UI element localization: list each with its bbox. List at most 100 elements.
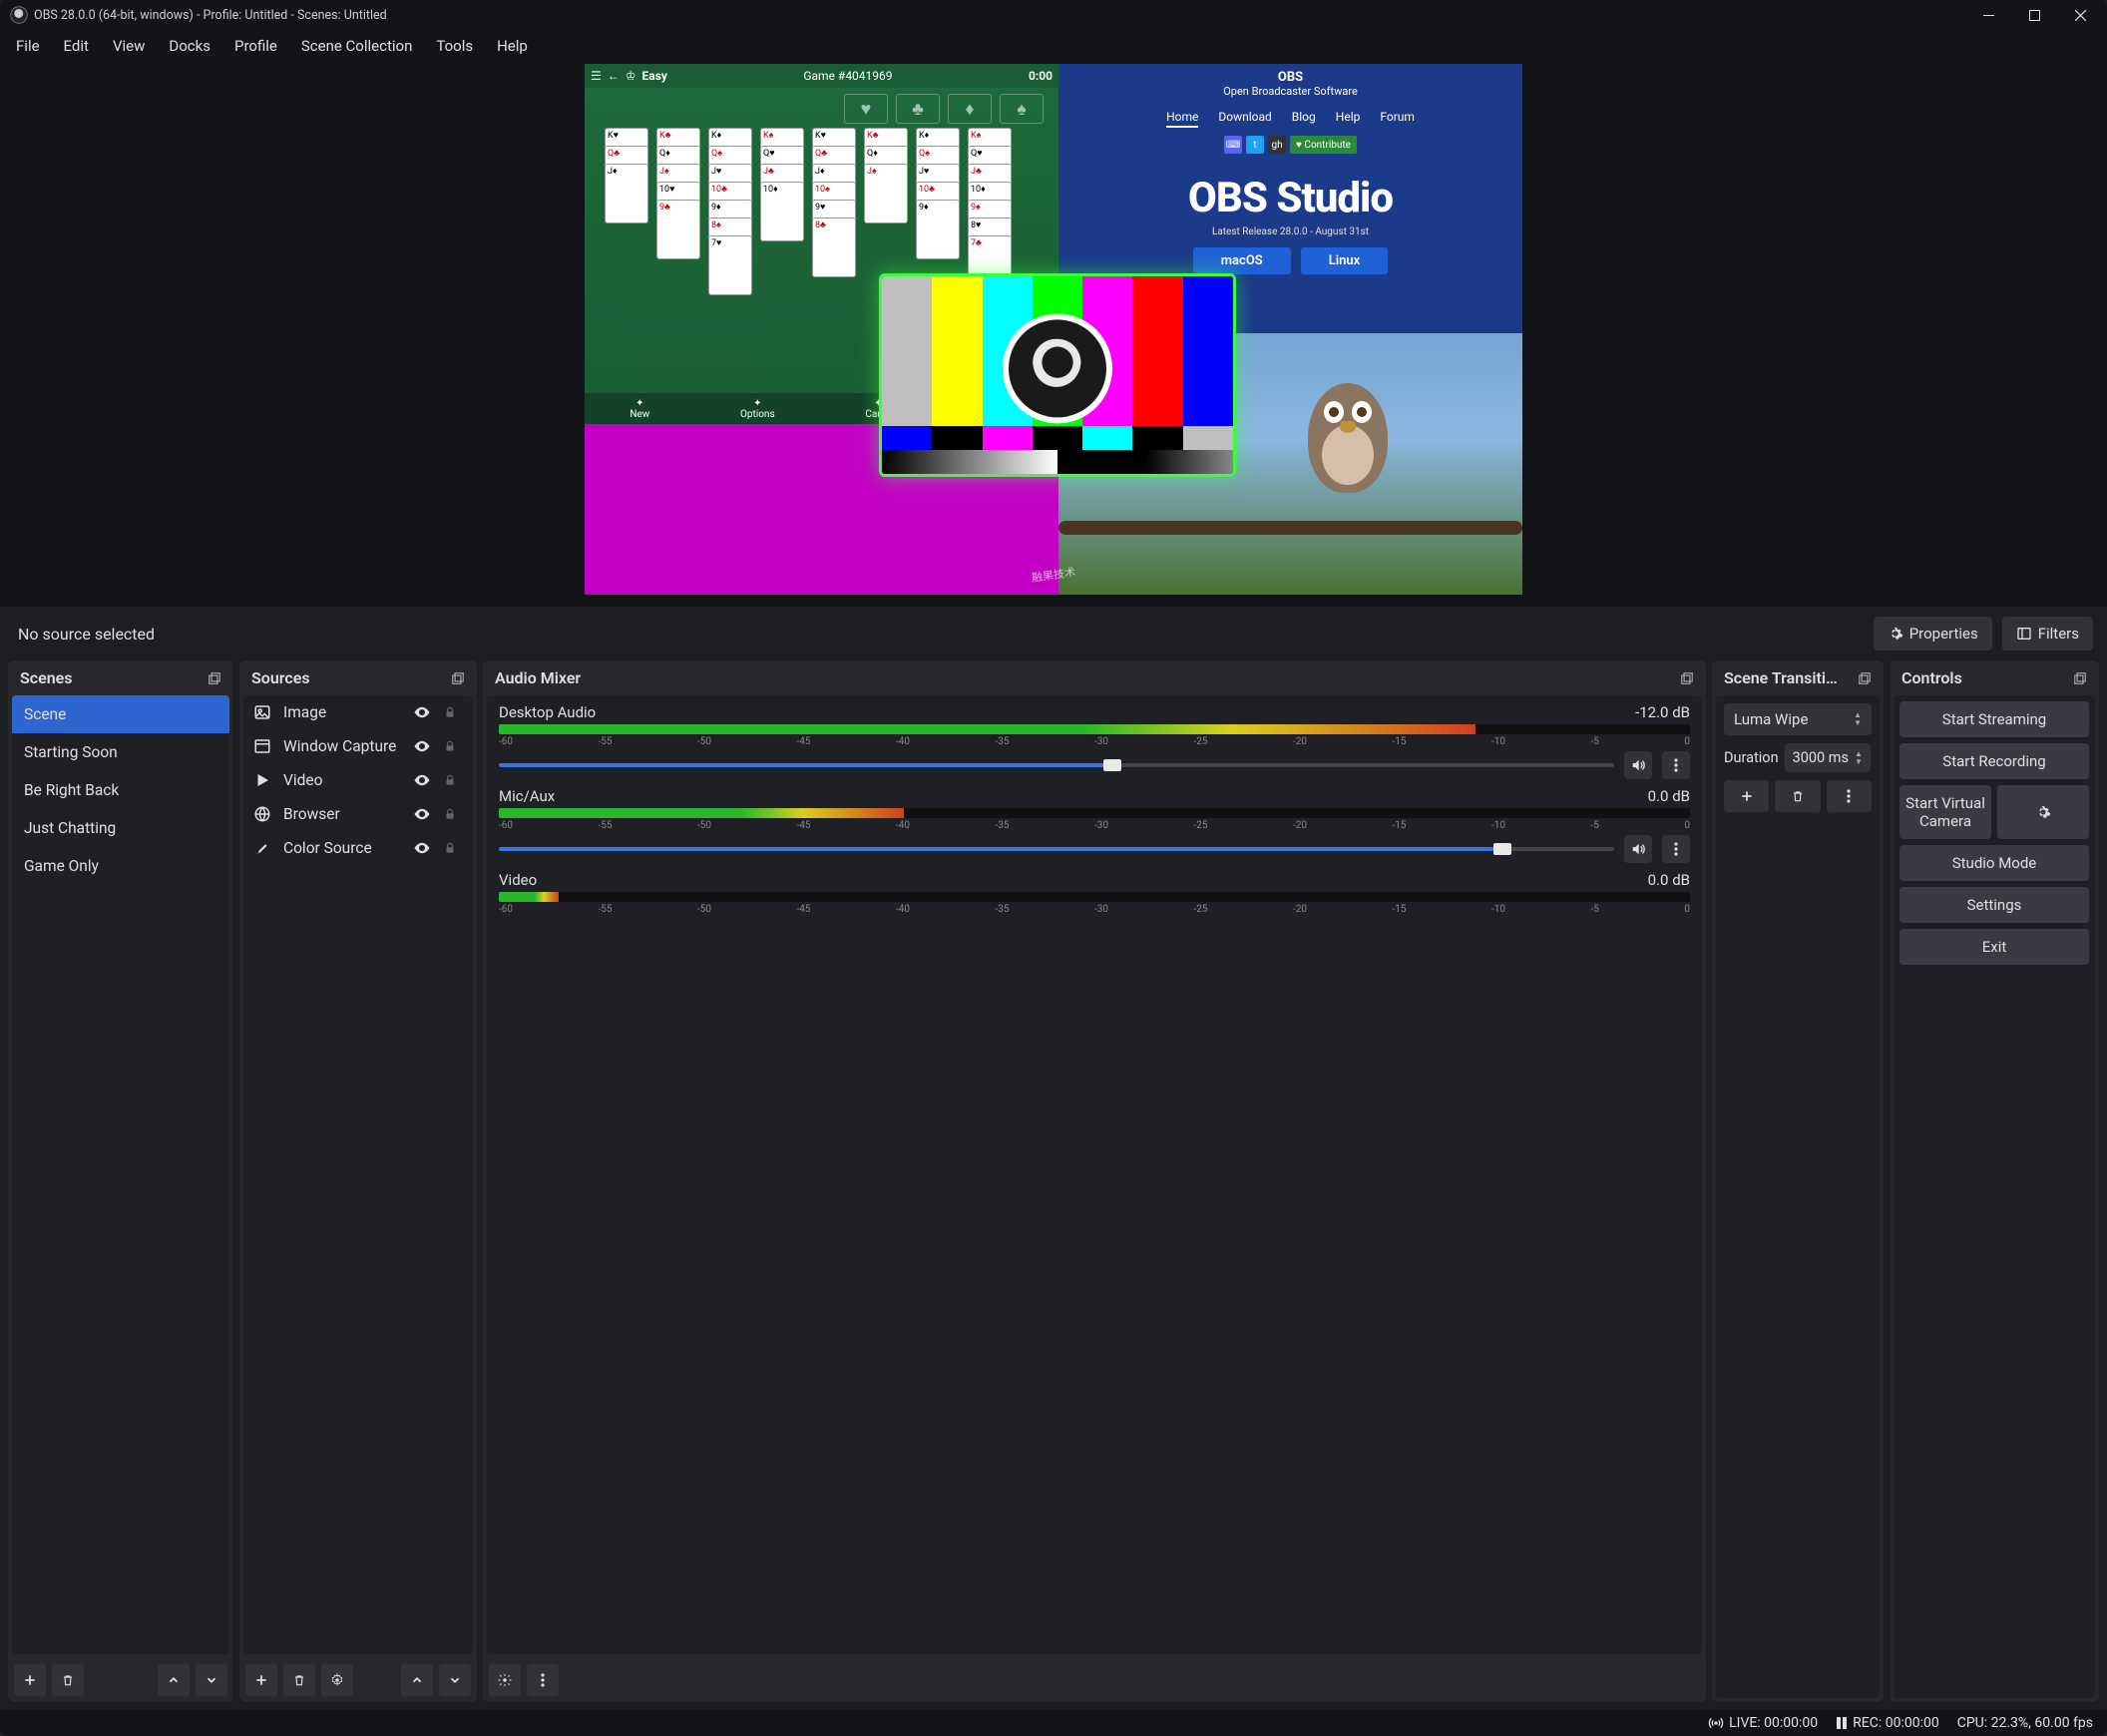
scene-up-button[interactable] [158, 1664, 190, 1696]
visibility-toggle[interactable] [413, 771, 433, 789]
source-item[interactable]: Color Source [243, 831, 473, 865]
mixer-channel: Desktop Audio -12.0 dB -60-55-50-45-40-3… [499, 703, 1690, 779]
source-item[interactable]: Video [243, 763, 473, 797]
volume-slider[interactable] [499, 763, 1614, 767]
scene-item[interactable]: Game Only [12, 847, 229, 885]
remove-scene-button[interactable] [52, 1664, 84, 1696]
channel-menu-button[interactable] [1662, 751, 1690, 779]
visibility-toggle[interactable] [413, 839, 433, 857]
settings-button[interactable]: Settings [1899, 887, 2089, 923]
globe-icon [253, 805, 273, 823]
channel-name: Desktop Audio [499, 703, 596, 721]
source-label: Video [283, 771, 403, 789]
channel-menu-button[interactable] [1662, 835, 1690, 863]
scene-item[interactable]: Be Right Back [12, 771, 229, 809]
menu-docks[interactable]: Docks [159, 33, 220, 59]
scene-down-button[interactable] [196, 1664, 227, 1696]
menubar: FileEditViewDocksProfileScene Collection… [0, 30, 2107, 62]
lock-toggle[interactable] [443, 705, 463, 719]
filters-button[interactable]: Filters [2002, 617, 2093, 651]
duration-label: Duration [1724, 749, 1779, 766]
cpu-text: CPU: 22.3%, 60.00 fps [1957, 1715, 2093, 1731]
mixer-title: Audio Mixer [495, 668, 581, 687]
source-item[interactable]: Window Capture [243, 729, 473, 763]
popout-icon[interactable] [2073, 671, 2087, 685]
mute-button[interactable] [1624, 751, 1652, 779]
volume-slider[interactable] [499, 847, 1614, 851]
popout-icon[interactable] [451, 671, 465, 685]
channel-db: 0.0 dB [1648, 787, 1690, 805]
mute-button[interactable] [1624, 835, 1652, 863]
scene-item[interactable]: Starting Soon [12, 733, 229, 771]
remove-source-button[interactable] [283, 1664, 315, 1696]
menu-file[interactable]: File [6, 33, 50, 59]
menu-help[interactable]: Help [487, 33, 538, 59]
popout-icon[interactable] [208, 671, 221, 685]
properties-button[interactable]: Properties [1874, 617, 1992, 651]
vu-scale: -60-55-50-45-40-35-30-25-20-15-10-50 [499, 736, 1690, 747]
add-scene-button[interactable] [14, 1664, 46, 1696]
duration-value: 3000 ms [1793, 749, 1849, 766]
scene-item[interactable]: Scene [12, 695, 229, 733]
close-button[interactable] [2057, 0, 2103, 30]
lock-toggle[interactable] [443, 841, 463, 855]
exit-button[interactable]: Exit [1899, 929, 2089, 965]
start-recording-button[interactable]: Start Recording [1899, 743, 2089, 779]
source-item[interactable]: Image [243, 695, 473, 729]
transitions-dock: Scene Transiti… Luma Wipe ▲▼ Duration 30… [1712, 660, 1884, 1702]
source-properties-button[interactable] [321, 1664, 353, 1696]
channel-db: 0.0 dB [1648, 871, 1690, 889]
menu-profile[interactable]: Profile [224, 33, 287, 59]
menu-view[interactable]: View [103, 33, 155, 59]
docks-row: Scenes SceneStarting SoonBe Right BackJu… [0, 660, 2107, 1710]
source-label: Color Source [283, 839, 403, 857]
add-transition-button[interactable] [1724, 780, 1769, 812]
visibility-toggle[interactable] [413, 703, 433, 721]
mixer-channel: Mic/Aux 0.0 dB -60-55-50-45-40-35-30-25-… [499, 787, 1690, 863]
scene-item[interactable]: Just Chatting [12, 809, 229, 847]
mixer-menu-button[interactable] [527, 1664, 559, 1696]
gear-icon [1888, 626, 1903, 642]
transition-menu-button[interactable] [1827, 780, 1872, 812]
lock-toggle[interactable] [443, 739, 463, 753]
updown-icon: ▲▼ [1854, 711, 1862, 727]
lock-toggle[interactable] [443, 807, 463, 821]
discord-icon: ⌨ [1224, 136, 1242, 154]
updown-icon: ▲▼ [1855, 750, 1863, 766]
web-nav-item: Blog [1292, 110, 1316, 128]
visibility-toggle[interactable] [413, 805, 433, 823]
transition-select[interactable]: Luma Wipe ▲▼ [1724, 703, 1872, 735]
start-streaming-button[interactable]: Start Streaming [1899, 701, 2089, 737]
virtual-camera-settings-button[interactable] [1997, 785, 2089, 839]
game-toolbar-item: ✦New [630, 398, 649, 420]
menu-tools[interactable]: Tools [426, 33, 483, 59]
game-id: Game #4041969 [803, 69, 892, 83]
minimize-button[interactable] [1965, 0, 2011, 30]
studio-mode-button[interactable]: Studio Mode [1899, 845, 2089, 881]
vu-meter [499, 724, 1690, 734]
app-icon [10, 6, 28, 24]
filters-icon [2016, 626, 2032, 642]
source-down-button[interactable] [439, 1664, 471, 1696]
duration-spinbox[interactable]: 3000 ms ▲▼ [1785, 743, 1871, 772]
sources-title: Sources [251, 668, 310, 687]
popout-icon[interactable] [1858, 671, 1872, 685]
popout-icon[interactable] [1680, 671, 1694, 685]
scenes-title: Scenes [20, 668, 73, 687]
maximize-button[interactable] [2011, 0, 2057, 30]
mixer-advanced-button[interactable] [489, 1664, 521, 1696]
vu-scale: -60-55-50-45-40-35-30-25-20-15-10-50 [499, 820, 1690, 831]
remove-transition-button[interactable] [1775, 780, 1820, 812]
source-item[interactable]: Browser [243, 797, 473, 831]
add-source-button[interactable] [245, 1664, 277, 1696]
preview-canvas[interactable]: ☰←♔ Easy Game #4041969 0:00 ♥♣♦♠K♥Q♣J♦K♣… [585, 64, 1522, 595]
controls-title: Controls [1901, 668, 1962, 687]
mixer-channel: Video 0.0 dB -60-55-50-45-40-35-30-25-20… [499, 871, 1690, 915]
lock-toggle[interactable] [443, 773, 463, 787]
start-virtual-camera-button[interactable]: Start Virtual Camera [1899, 785, 1991, 839]
audio-mixer-dock: Audio Mixer Desktop Audio -12.0 dB -60-5… [483, 660, 1706, 1702]
menu-edit[interactable]: Edit [54, 33, 99, 59]
visibility-toggle[interactable] [413, 737, 433, 755]
source-up-button[interactable] [401, 1664, 433, 1696]
menu-scene-collection[interactable]: Scene Collection [291, 33, 422, 59]
